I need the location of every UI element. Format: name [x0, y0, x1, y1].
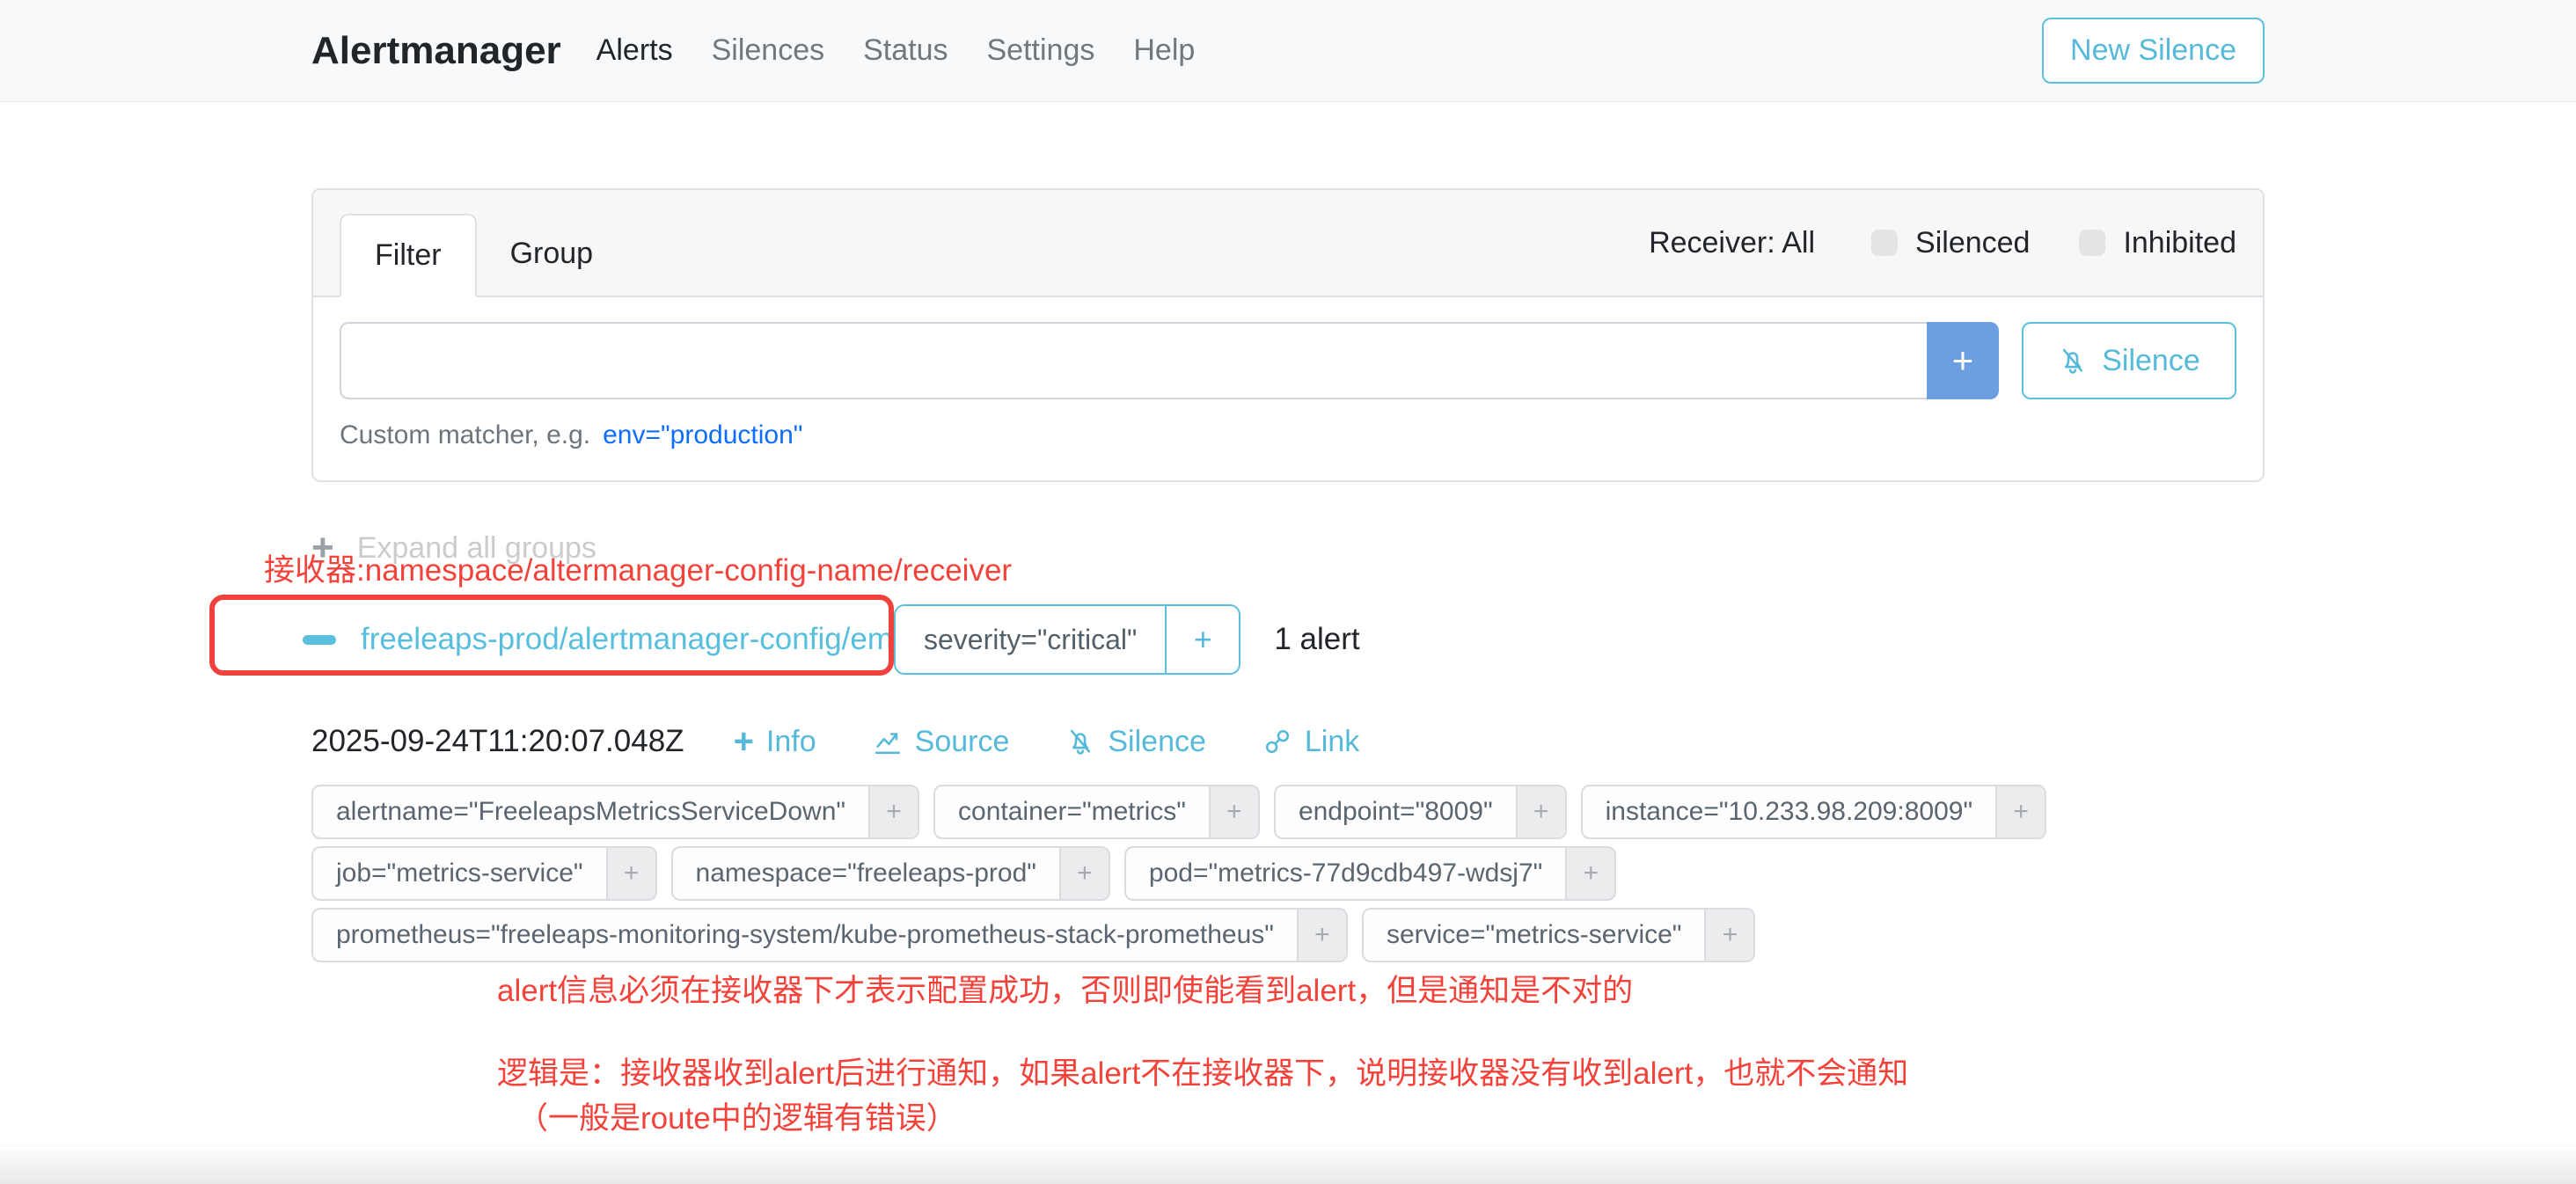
- alert-group-row: freeleaps-prod/alertmanager-config/email…: [303, 602, 2265, 677]
- annotation-note-1: alert信息必须在接收器下才表示配置成功，否则即使能看到alert，但是通知是…: [497, 966, 1633, 1011]
- filter-card-header: Filter Group Receiver: All Silenced Inhi…: [313, 190, 2263, 297]
- matcher-input[interactable]: [340, 322, 1927, 399]
- inhibited-filter: Inhibited: [2079, 226, 2236, 260]
- label-tag-text: container="metrics": [935, 786, 1209, 837]
- bottom-fade: [0, 1142, 2576, 1184]
- silence-filter-button[interactable]: Silence: [2022, 322, 2236, 399]
- label-tag-text: instance="10.233.98.209:8009": [1583, 786, 1995, 837]
- label-add-filter-button[interactable]: +: [1995, 786, 2045, 837]
- nav-item-help[interactable]: Help: [1133, 33, 1195, 68]
- alert-link-label: Link: [1305, 725, 1359, 759]
- alert-source-link[interactable]: Source: [873, 725, 1010, 759]
- alert-timestamp: 2025-09-24T11:20:07.048Z: [311, 724, 684, 759]
- bell-slash-icon: [1065, 727, 1095, 756]
- group-matcher-add-button[interactable]: +: [1165, 606, 1239, 673]
- label-tag: container="metrics" +: [933, 785, 1260, 839]
- matcher-helper: Custom matcher, e.g. env="production": [340, 420, 2236, 450]
- label-add-filter-button[interactable]: +: [606, 848, 655, 899]
- annotation-note-2: 逻辑是：接收器收到alert后进行通知，如果alert不在接收器下，说明接收器没…: [497, 1049, 1908, 1093]
- label-tag-text: job="metrics-service": [313, 848, 606, 899]
- nav-item-alerts[interactable]: Alerts: [596, 33, 673, 68]
- label-tag-text: endpoint="8009": [1276, 786, 1516, 837]
- group-alert-count: 1 alert: [1274, 622, 1359, 657]
- group-matcher-pill: severity="critical" +: [894, 604, 1240, 675]
- label-row: job="metrics-service" + namespace="freel…: [311, 846, 2265, 901]
- label-add-filter-button[interactable]: +: [1565, 848, 1614, 899]
- link-icon: [1262, 727, 1292, 756]
- label-tag: job="metrics-service" +: [311, 846, 657, 901]
- label-tag: alertname="FreeleapsMetricsServiceDown" …: [311, 785, 919, 839]
- inhibited-label: Inhibited: [2123, 226, 2236, 260]
- tab-group[interactable]: Group: [477, 214, 627, 297]
- alert-labels: alertname="FreeleapsMetricsServiceDown" …: [311, 785, 2265, 962]
- alert-header-row: 2025-09-24T11:20:07.048Z + Info Source: [311, 721, 2265, 762]
- chart-line-icon: [873, 727, 903, 756]
- group-matcher-text[interactable]: severity="critical": [896, 606, 1165, 673]
- matcher-input-group: +: [340, 322, 1999, 399]
- filter-tabs: Filter Group: [340, 214, 626, 297]
- label-tag: endpoint="8009" +: [1274, 785, 1567, 839]
- navbar: Alertmanager Alerts Silences Status Sett…: [0, 0, 2576, 102]
- alert-info-button[interactable]: + Info: [734, 724, 816, 759]
- label-tag-text: namespace="freeleaps-prod": [673, 848, 1059, 899]
- silence-filter-label: Silence: [2102, 344, 2200, 378]
- label-row: prometheus="freeleaps-monitoring-system/…: [311, 908, 2265, 962]
- label-tag: pod="metrics-77d9cdb497-wdsj7" +: [1124, 846, 1616, 901]
- label-tag: prometheus="freeleaps-monitoring-system/…: [311, 908, 1348, 962]
- bell-slash-icon: [2058, 346, 2088, 376]
- label-add-filter-button[interactable]: +: [1059, 848, 1109, 899]
- group-receiver-name: freeleaps-prod/alertmanager-config/email: [361, 622, 924, 657]
- app-brand[interactable]: Alertmanager: [311, 29, 561, 73]
- label-tag-text: alertname="FreeleapsMetricsServiceDown": [313, 786, 868, 837]
- inhibited-checkbox[interactable]: [2079, 230, 2105, 256]
- filter-card-body: + Silence Custom matcher, e.g. env="prod: [313, 297, 2263, 480]
- nav-item-silences[interactable]: Silences: [712, 33, 825, 68]
- alert-info-label: Info: [766, 725, 816, 759]
- alert-silence-button[interactable]: Silence: [1065, 725, 1206, 759]
- matcher-example-link[interactable]: env="production": [603, 420, 802, 450]
- silenced-checkbox[interactable]: [1871, 230, 1898, 256]
- label-add-filter-button[interactable]: +: [1516, 786, 1565, 837]
- label-tag-text: prometheus="freeleaps-monitoring-system/…: [313, 910, 1297, 961]
- group-collapse-toggle[interactable]: freeleaps-prod/alertmanager-config/email: [303, 622, 894, 657]
- add-matcher-button[interactable]: +: [1927, 322, 1999, 399]
- tab-filter[interactable]: Filter: [340, 214, 477, 297]
- matcher-helper-text: Custom matcher, e.g.: [340, 420, 590, 450]
- minus-icon: [303, 635, 336, 645]
- label-tag-text: service="metrics-service": [1364, 910, 1705, 961]
- label-tag: namespace="freeleaps-prod" +: [671, 846, 1110, 901]
- alert-source-label: Source: [915, 725, 1010, 759]
- label-add-filter-button[interactable]: +: [1704, 910, 1753, 961]
- silenced-filter: Silenced: [1871, 226, 2030, 260]
- label-add-filter-button[interactable]: +: [868, 786, 918, 837]
- alert-silence-label: Silence: [1108, 725, 1206, 759]
- label-add-filter-button[interactable]: +: [1297, 910, 1346, 961]
- label-tag-text: pod="metrics-77d9cdb497-wdsj7": [1126, 848, 1565, 899]
- annotation-receiver-note: 接收器:namespace/altermanager-config-name/r…: [264, 545, 1012, 590]
- label-tag: instance="10.233.98.209:8009" +: [1581, 785, 2046, 839]
- nav-item-status[interactable]: Status: [863, 33, 948, 68]
- alert-link-button[interactable]: Link: [1262, 725, 1359, 759]
- nav-item-settings[interactable]: Settings: [987, 33, 1095, 68]
- alert-actions: + Info Source: [734, 724, 1360, 759]
- nav-menu: Alerts Silences Status Settings Help: [596, 33, 1196, 68]
- filter-card: Filter Group Receiver: All Silenced Inhi…: [311, 188, 2265, 482]
- label-add-filter-button[interactable]: +: [1209, 786, 1258, 837]
- annotation-note-3: （一般是route中的逻辑有错误）: [517, 1093, 957, 1138]
- receiver-selector[interactable]: Receiver: All: [1649, 226, 1815, 260]
- filter-header-controls: Receiver: All Silenced Inhibited: [1649, 226, 2236, 260]
- new-silence-button[interactable]: New Silence: [2042, 18, 2265, 84]
- plus-icon: +: [734, 724, 754, 759]
- silenced-label: Silenced: [1915, 226, 2030, 260]
- label-tag: service="metrics-service" +: [1362, 908, 1756, 962]
- label-row: alertname="FreeleapsMetricsServiceDown" …: [311, 785, 2265, 839]
